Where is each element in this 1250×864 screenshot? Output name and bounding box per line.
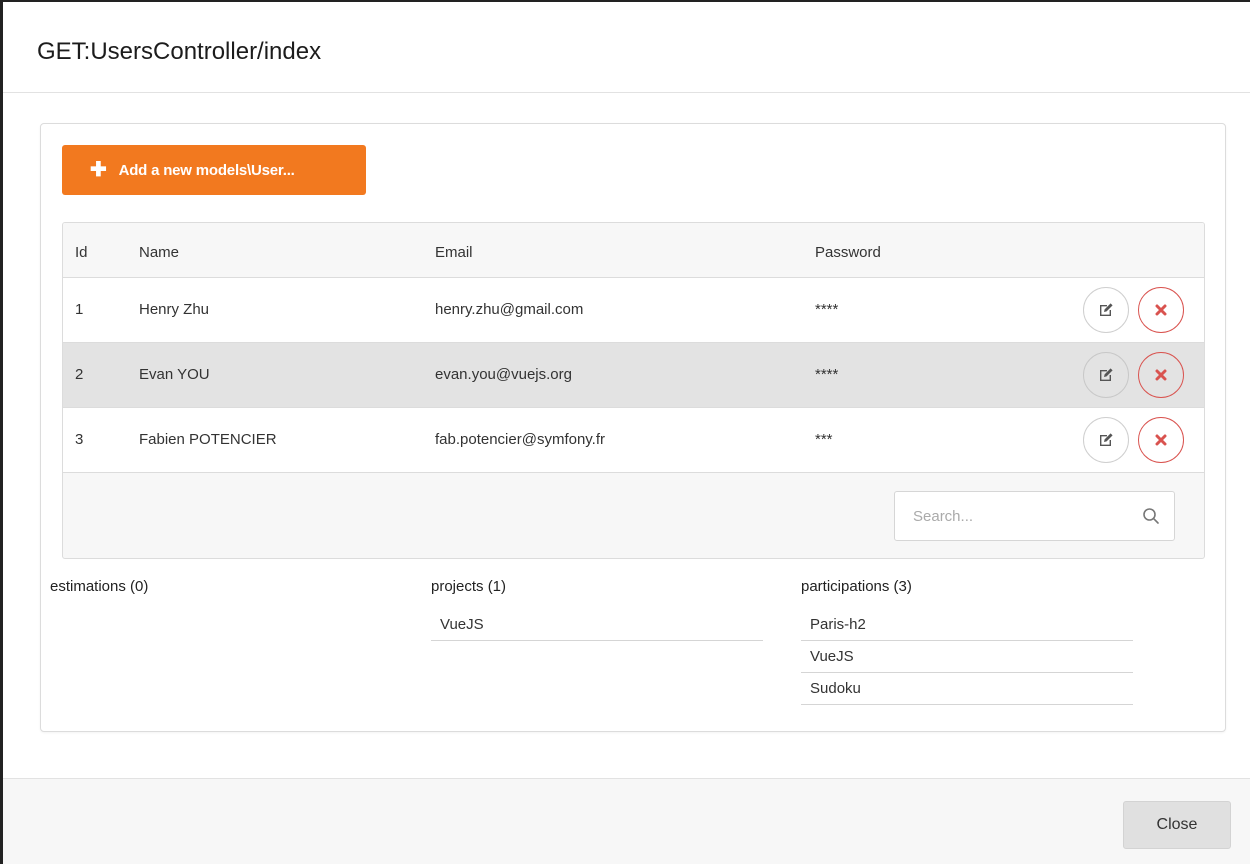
modal-footer: Close: [3, 778, 1250, 864]
cell-password: ***: [815, 431, 833, 448]
close-icon: [1155, 369, 1167, 381]
cell-name: Henry Zhu: [139, 301, 210, 318]
edit-icon: [1100, 433, 1113, 446]
estimations-title: estimations (0): [50, 578, 149, 595]
cell-id: 2: [75, 366, 84, 383]
list-item[interactable]: VueJS: [431, 609, 763, 641]
search-input[interactable]: [895, 492, 1135, 540]
table-row[interactable]: 3 Fabien POTENCIER fab.potencier@symfony…: [63, 408, 1204, 473]
add-user-button[interactable]: ✚ Add a new models\User...: [62, 145, 366, 195]
list-item[interactable]: VueJS: [801, 641, 1133, 673]
cell-id: 3: [75, 431, 84, 448]
column-header-id[interactable]: Id: [75, 244, 88, 261]
list-item[interactable]: Sudoku: [801, 673, 1133, 705]
projects-title: projects (1): [431, 578, 507, 595]
edit-icon: [1100, 303, 1113, 316]
column-header-password[interactable]: Password: [815, 244, 881, 261]
cell-email: evan.you@vuejs.org: [435, 366, 572, 383]
cell-id: 1: [75, 301, 84, 318]
participations-title: participations (3): [801, 578, 912, 595]
edit-button[interactable]: [1083, 287, 1129, 333]
modal-title: GET:UsersController/index: [37, 38, 322, 65]
list-item[interactable]: Paris-h2: [801, 609, 1133, 641]
participations-panel: participations (3) Paris-h2 VueJS Sudoku: [801, 578, 1133, 705]
delete-button[interactable]: [1138, 287, 1184, 333]
cell-email: henry.zhu@gmail.com: [435, 301, 584, 318]
delete-button[interactable]: [1138, 352, 1184, 398]
close-button[interactable]: Close: [1123, 801, 1231, 849]
column-header-name[interactable]: Name: [139, 244, 179, 261]
edit-button[interactable]: [1083, 352, 1129, 398]
add-user-label: Add a new models\User...: [118, 161, 295, 179]
content-card: ✚ Add a new models\User... Id Name Email…: [40, 123, 1226, 732]
participations-list: Paris-h2 VueJS Sudoku: [801, 609, 1133, 705]
edit-button[interactable]: [1083, 417, 1129, 463]
modal-header: GET:UsersController/index: [3, 2, 1250, 93]
estimations-panel: estimations (0): [50, 578, 350, 595]
close-icon: [1155, 434, 1167, 446]
search-icon[interactable]: [1142, 507, 1160, 525]
column-header-email[interactable]: Email: [435, 244, 473, 261]
modal-dialog: GET:UsersController/index ✚ Add a new mo…: [0, 0, 1250, 864]
cell-password: ****: [815, 301, 839, 318]
plus-icon: ✚: [90, 159, 107, 181]
close-icon: [1155, 304, 1167, 316]
delete-button[interactable]: [1138, 417, 1184, 463]
table-row[interactable]: 1 Henry Zhu henry.zhu@gmail.com ****: [63, 278, 1204, 343]
projects-list: VueJS: [431, 609, 763, 641]
projects-panel: projects (1) VueJS: [431, 578, 763, 641]
table-row[interactable]: 2 Evan YOU evan.you@vuejs.org ****: [63, 343, 1204, 408]
cell-email: fab.potencier@symfony.fr: [435, 431, 606, 448]
users-table: Id Name Email Password 1 Henry Zhu henry…: [62, 222, 1205, 559]
table-header: Id Name Email Password: [63, 223, 1204, 278]
edit-icon: [1100, 368, 1113, 381]
cell-name: Fabien POTENCIER: [139, 431, 277, 448]
cell-name: Evan YOU: [139, 366, 210, 383]
search-box: [894, 491, 1175, 541]
cell-password: ****: [815, 366, 839, 383]
